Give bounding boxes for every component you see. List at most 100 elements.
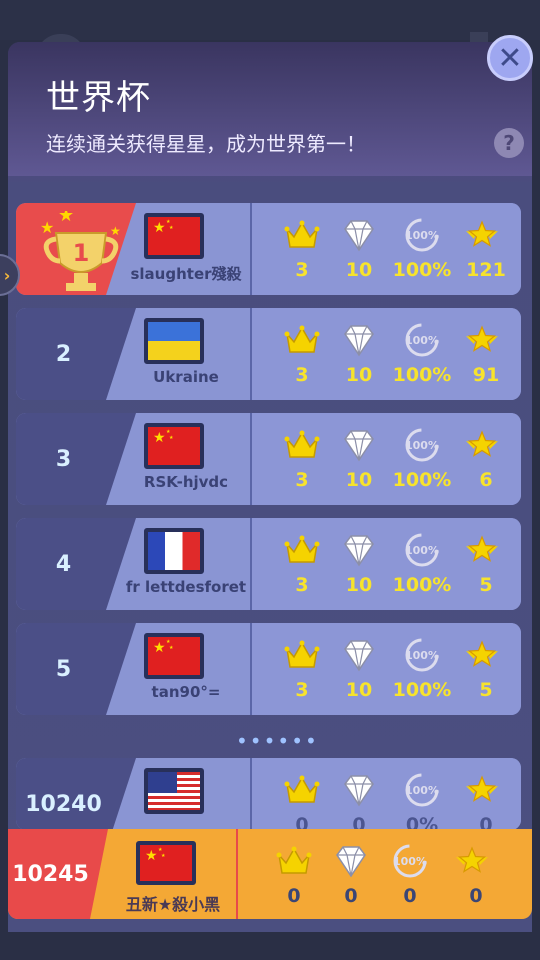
- diamonds-stat: 10: [329, 623, 389, 715]
- country-flag: ★ ★ ★: [144, 213, 204, 259]
- winged-star-icon: [456, 846, 488, 873]
- percent-stat: 100% 100%: [392, 308, 452, 400]
- player-name: fr lettdesforet: [125, 578, 247, 596]
- row-divider: [236, 829, 238, 919]
- player-name: tan90°=: [151, 683, 221, 701]
- rank-number: 3: [55, 446, 72, 472]
- stars-stat: 5: [456, 518, 516, 610]
- self-percent-stat: 100% 0: [380, 829, 440, 919]
- crown-icon: [284, 640, 320, 668]
- stats-area: 3 10 100% 100% 121: [252, 203, 521, 295]
- player-name: RSK-hjvdc: [143, 473, 229, 491]
- rank-number: 10240: [25, 791, 102, 817]
- crown-icon: [284, 775, 320, 803]
- svg-text:★: ★: [110, 224, 121, 238]
- ranking-row[interactable]: 3 ★ ★ ★ RSK-hjvdc 3 10 100% 100% 6: [16, 413, 521, 505]
- china-flag-icon: ★ ★ ★: [148, 217, 200, 255]
- stars-value: 0: [469, 885, 483, 907]
- close-button[interactable]: ✕: [487, 35, 533, 81]
- percent-badge-icon: 100%: [405, 218, 439, 252]
- diamond-icon: [344, 640, 374, 672]
- stars-value: 0: [479, 814, 493, 830]
- self-rank-row: 10245 ★ ★ ★ 丑新★殺小黑 0 0 100% 0 0: [8, 829, 532, 919]
- ranking-row[interactable]: 10240 0 0 100% 0% 0: [16, 758, 521, 830]
- crown-icon: [276, 846, 312, 874]
- stats-area: 3 10 100% 100% 5: [252, 623, 521, 715]
- usa-flag-icon: [148, 772, 200, 810]
- crowns-stat: 3: [272, 413, 332, 505]
- help-button[interactable]: ?: [494, 128, 524, 158]
- percent-stat: 100% 100%: [392, 413, 452, 505]
- svg-text:100%: 100%: [405, 649, 439, 662]
- percent-badge-icon: 100%: [405, 323, 439, 357]
- background-bar: [0, 0, 540, 40]
- svg-text:★: ★: [40, 218, 54, 237]
- rank-number: 4: [55, 551, 72, 577]
- percent-stat: 100% 100%: [392, 203, 452, 295]
- country-flag: [144, 318, 204, 364]
- france-flag-icon: [148, 532, 200, 570]
- stars-value: 5: [479, 679, 493, 701]
- crowns-stat: 3: [272, 308, 332, 400]
- close-icon: ✕: [497, 40, 523, 76]
- ranking-row[interactable]: 5 ★ ★ ★ tan90°= 3 10 100% 100% 5: [16, 623, 521, 715]
- self-rank-number: 10245: [12, 861, 89, 887]
- svg-text:100%: 100%: [393, 855, 427, 868]
- stars-stat: 6: [456, 413, 516, 505]
- country-flag: ★ ★ ★: [144, 633, 204, 679]
- winged-star-icon: [466, 430, 498, 457]
- ranking-row[interactable]: ★ ★ ★ 1 ★ ★ ★ slaughter殘殺 3 10 100% 100% 121: [16, 203, 521, 295]
- china-flag-icon: ★ ★ ★: [148, 427, 200, 465]
- diamonds-stat: 0: [329, 758, 389, 830]
- ranking-row[interactable]: 2 Ukraine 3 10 100% 100% 91: [16, 308, 521, 400]
- diamonds-stat: 10: [329, 518, 389, 610]
- winged-star-icon: [466, 220, 498, 247]
- svg-text:100%: 100%: [405, 229, 439, 242]
- page-subtitle: 连续通关获得星星，成为世界第一！: [46, 132, 366, 156]
- player-name: slaughter殘殺: [130, 265, 242, 283]
- winged-star-icon: [466, 775, 498, 802]
- crown-icon: [284, 325, 320, 353]
- crowns-stat: 3: [272, 518, 332, 610]
- winged-star-icon: [466, 325, 498, 352]
- stars-stat: 0: [456, 758, 516, 830]
- diamond-icon: [344, 430, 374, 462]
- rank-number: 1: [73, 239, 90, 267]
- china-flag-icon: ★ ★ ★: [140, 845, 192, 881]
- self-flag: ★ ★ ★: [136, 841, 196, 885]
- diamond-icon: [344, 775, 374, 807]
- stats-area: 3 10 100% 100% 91: [252, 308, 521, 400]
- percent-stat: 100% 100%: [392, 623, 452, 715]
- diamonds-stat: 10: [329, 308, 389, 400]
- help-icon: ?: [503, 131, 515, 155]
- crown-icon: [284, 430, 320, 458]
- crown-icon: [284, 535, 320, 563]
- country-flag: [144, 768, 204, 814]
- crown-icon: [284, 220, 320, 248]
- diamond-icon: [336, 846, 366, 878]
- rank-number: 5: [55, 656, 72, 682]
- ukraine-flag-icon: [148, 322, 200, 360]
- diamond-icon: [344, 535, 374, 567]
- player-name: Ukraine: [153, 368, 219, 386]
- country-flag: ★ ★ ★: [144, 423, 204, 469]
- page-title: 世界杯: [46, 78, 151, 118]
- diamond-icon: [344, 220, 374, 252]
- stars-value: 6: [479, 469, 493, 491]
- percent-badge-icon: 100%: [393, 844, 427, 878]
- percent-badge-icon: 100%: [405, 773, 439, 807]
- stars-stat: 121: [456, 203, 516, 295]
- stats-area: 3 10 100% 100% 6: [252, 413, 521, 505]
- ranking-row[interactable]: 4 fr lettdesforet 3 10 100% 100% 5: [16, 518, 521, 610]
- stars-value: 5: [479, 574, 493, 596]
- crowns-stat: 3: [272, 623, 332, 715]
- self-stars-stat: 0: [446, 829, 506, 919]
- diamonds-stat: 10: [329, 413, 389, 505]
- svg-text:100%: 100%: [405, 334, 439, 347]
- crowns-stat: 3: [272, 203, 332, 295]
- winged-star-icon: [466, 535, 498, 562]
- panel-header: 世界杯 连续通关获得星星，成为世界第一！ ?: [8, 42, 532, 176]
- list-separator: ••••••: [236, 729, 319, 753]
- china-flag-icon: ★ ★ ★: [148, 637, 200, 675]
- percent-badge-icon: 100%: [405, 428, 439, 462]
